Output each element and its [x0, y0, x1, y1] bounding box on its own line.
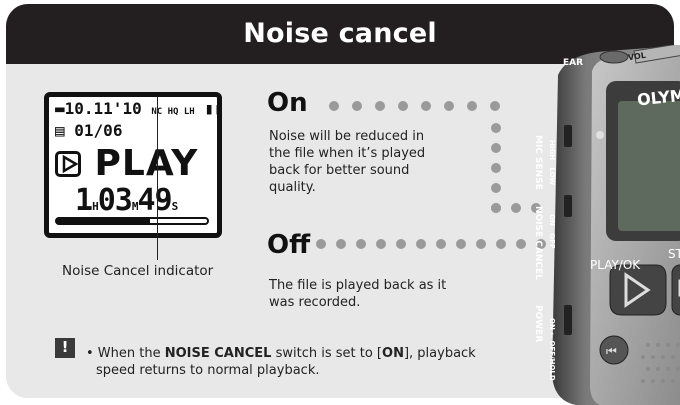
lcd-seconds: 49: [137, 183, 172, 218]
leader-dot: [491, 183, 501, 193]
indicator-pointer-line: [157, 96, 158, 260]
noise-cancel-off: OFF: [548, 233, 556, 249]
leader-dot: [316, 239, 326, 249]
leader-dot: [398, 101, 408, 111]
ear-jack: [599, 50, 629, 64]
on-heading: On: [267, 88, 308, 118]
off-description-line: The file is played back as it: [269, 278, 447, 293]
play-icon: [55, 151, 81, 177]
leader-dot: [490, 101, 500, 111]
leader-dot: [375, 101, 385, 111]
off-description: The file is played back as it was record…: [269, 277, 446, 311]
note-suffix: ], playback: [403, 346, 476, 361]
note-line-2: speed returns to normal playback.: [96, 363, 320, 378]
battery-icon: ▮▮: [204, 99, 224, 118]
power-label: POWER: [533, 305, 543, 343]
lcd-elapsed-time: 1H03M49S: [75, 183, 179, 218]
mic-sense-high: HIGH: [548, 140, 556, 161]
leader-dot: [396, 239, 406, 249]
leader-dot: [467, 101, 477, 111]
lcd-mode-text: PLAY: [94, 143, 199, 184]
note-prefix: • When the: [86, 346, 165, 361]
on-description-line: the file when it’s played: [269, 146, 426, 161]
lcd-mode: PLAY: [55, 143, 198, 184]
leader-dot: [436, 239, 446, 249]
leader-dot: [421, 101, 431, 111]
lcd-file-row: ▤ 01/06: [55, 121, 122, 140]
noise-cancel-switch: [564, 195, 572, 217]
lcd-file-counter: 01/06: [74, 121, 123, 140]
caution-icon: !: [55, 338, 75, 358]
leader-dot: [352, 101, 362, 111]
lcd-seconds-unit: S: [171, 200, 179, 213]
leader-dot: [356, 239, 366, 249]
off-heading: Off: [267, 230, 311, 260]
note-switch-name: NOISE CANCEL: [164, 346, 272, 361]
mic-sense-low: LOW: [548, 167, 556, 186]
play-ok-button: [609, 264, 667, 316]
noise-cancel-on: ON: [548, 214, 556, 226]
file-icon: ▤: [55, 121, 65, 140]
on-description-line: quality.: [269, 180, 316, 195]
leader-dot: [444, 101, 454, 111]
note-setting: ON: [382, 346, 404, 361]
leader-dot: [456, 239, 466, 249]
lcd-status-row: ▬10.11'10 NC HQ LH ▮▮: [55, 99, 224, 118]
leader-dot: [416, 239, 426, 249]
lcd-display: ▬10.11'10 NC HQ LH ▮▮ ▤ 01/06 PLAY 1H03M…: [44, 92, 224, 238]
noise-cancel-positions: ON OFF: [548, 214, 556, 249]
note-middle: switch is set to [: [271, 346, 383, 361]
lcd-date: 10.11'10: [64, 99, 142, 118]
on-description-line: Noise will be reduced in: [269, 129, 425, 144]
mic-sense-positions: HIGH LOW: [548, 140, 556, 185]
off-description-line: was recorded.: [269, 295, 361, 310]
leader-dot: [511, 203, 521, 213]
lcd-progress-fill: [57, 219, 150, 223]
stop-label: ST: [668, 247, 680, 261]
power-positions: ON ← OFF/HOLD: [548, 318, 556, 381]
led-indicator: [596, 131, 604, 139]
leader-dot: [336, 239, 346, 249]
indicator-label: Noise Cancel indicator: [62, 263, 214, 279]
leader-dot: [491, 163, 501, 173]
folder-icon: ▬: [55, 99, 65, 118]
on-description: Noise will be reduced in the file when i…: [269, 128, 425, 196]
leader-dot: [496, 239, 506, 249]
device-screen: [618, 101, 680, 231]
leader-dot: [491, 143, 501, 153]
leader-dot: [491, 203, 501, 213]
leader-dot: [491, 123, 501, 133]
play-ok-label: PLAY/OK: [590, 258, 641, 272]
note-text: • When the NOISE CANCEL switch is set to…: [86, 345, 516, 379]
mic-sense-label: MIC SENSE: [533, 135, 543, 190]
lcd-minutes: 03: [97, 183, 133, 218]
lcd-hours: 1: [75, 183, 93, 218]
mic-sense-switch: [564, 125, 572, 147]
power-switch: [564, 305, 572, 335]
noise-cancel-label: NOISE CANCEL: [533, 206, 543, 280]
leader-dot: [376, 239, 386, 249]
on-description-line: back for better sound: [269, 163, 410, 178]
leader-dot: [476, 239, 486, 249]
rewind-icon: ⏮: [606, 344, 617, 358]
lcd-progress-bar: [55, 217, 209, 225]
ear-label: EAR: [563, 58, 584, 68]
leader-dot: [329, 101, 339, 111]
leader-dot: [516, 239, 526, 249]
